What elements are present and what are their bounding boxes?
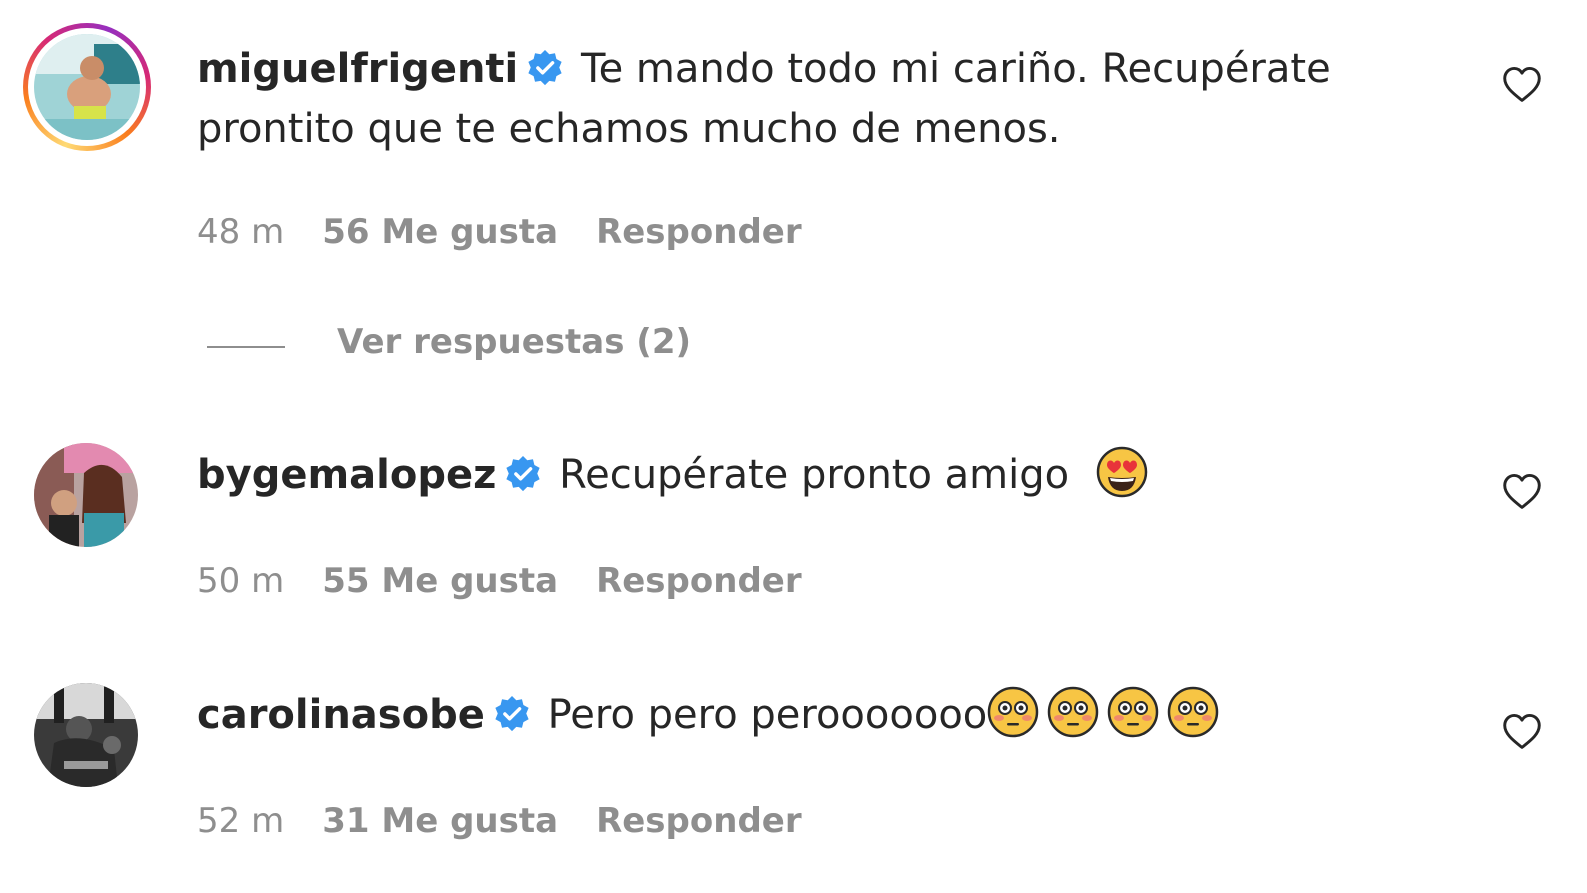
reply-button[interactable]: Responder xyxy=(596,801,802,841)
heart-outline-icon[interactable] xyxy=(1501,472,1543,510)
verified-badge-icon xyxy=(506,455,540,492)
comment-meta: 52 m 31 Me gusta Responder xyxy=(197,801,802,841)
comment-body: bygemalopez Recupérate pronto amigo xyxy=(197,445,1377,505)
flushed-emoji xyxy=(1108,686,1159,738)
heart-outline-icon[interactable] xyxy=(1501,712,1543,750)
comment-meta: 48 m 56 Me gusta Responder xyxy=(197,212,802,252)
reply-button[interactable]: Responder xyxy=(596,212,802,252)
comment-username[interactable]: bygemalopez xyxy=(197,452,496,498)
avatar[interactable] xyxy=(34,683,138,787)
view-replies-label[interactable]: Ver respuestas (2) xyxy=(337,322,691,362)
avatar[interactable] xyxy=(34,443,138,547)
comment-likes[interactable]: 31 Me gusta xyxy=(322,801,558,841)
flushed-emoji xyxy=(1168,686,1219,738)
comment-text: Pero pero perooooooo xyxy=(547,692,988,738)
flushed-emoji xyxy=(988,686,1039,738)
verified-badge-icon xyxy=(495,695,529,732)
story-ring[interactable] xyxy=(23,23,151,151)
verified-badge-icon xyxy=(528,49,562,86)
reply-button[interactable]: Responder xyxy=(596,561,802,601)
comment-likes[interactable]: 55 Me gusta xyxy=(322,561,558,601)
comment-username[interactable]: miguelfrigenti xyxy=(197,46,518,92)
replies-divider xyxy=(207,346,285,348)
comment-time[interactable]: 48 m xyxy=(197,212,284,252)
heart-outline-icon[interactable] xyxy=(1501,65,1543,103)
comment-body: miguelfrigenti Te mando todo mi cariño. … xyxy=(197,39,1377,159)
comment-time[interactable]: 52 m xyxy=(197,801,284,841)
comment-meta: 50 m 55 Me gusta Responder xyxy=(197,561,802,601)
comment-text: Recupérate pronto amigo xyxy=(559,452,1070,498)
heart-eyes-emoji xyxy=(1096,446,1148,498)
comment-likes[interactable]: 56 Me gusta xyxy=(322,212,558,252)
comment-username[interactable]: carolinasobe xyxy=(197,692,485,738)
avatar[interactable] xyxy=(34,34,140,140)
comment-time[interactable]: 50 m xyxy=(197,561,284,601)
comment-body: carolinasobe Pero pero perooooooo xyxy=(197,685,1377,745)
flushed-emoji xyxy=(1048,686,1099,738)
